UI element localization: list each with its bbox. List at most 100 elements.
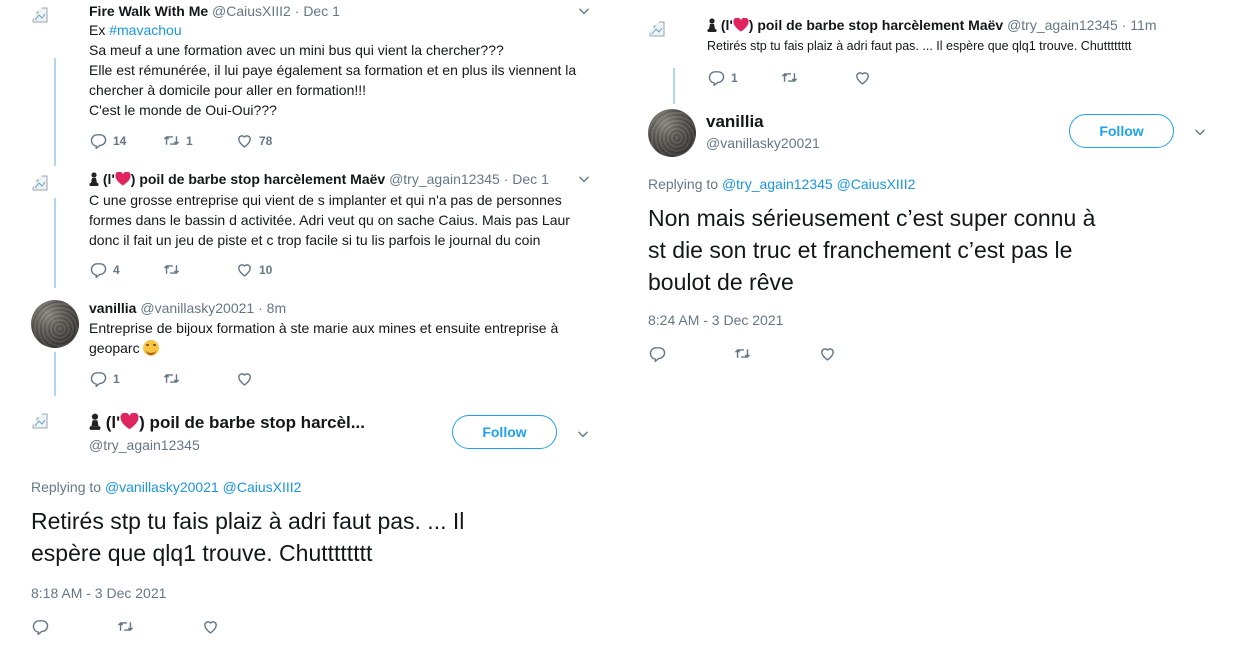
display-name-suffix: ) poil de barbe stop harcèlement Maëv xyxy=(748,17,1004,33)
avatar[interactable] xyxy=(31,172,79,220)
text-line: C une grosse entreprise qui vient de s i… xyxy=(89,192,562,208)
tweet-time[interactable]: 8m xyxy=(267,300,286,316)
follow-button[interactable]: Follow xyxy=(1069,114,1174,148)
heart-emoji-icon xyxy=(115,172,131,186)
tweet-actions: 1 xyxy=(90,370,309,387)
display-name[interactable]: vanillia xyxy=(706,112,764,132)
user-handle[interactable]: @try_again12345 xyxy=(389,171,500,187)
user-handle[interactable]: @vanillasky20021 xyxy=(140,300,254,316)
tweet-time[interactable]: Dec 1 xyxy=(303,3,340,19)
tweet-actions: 14 1 78 xyxy=(90,132,309,149)
retweet-count: 1 xyxy=(186,133,193,148)
avatar[interactable] xyxy=(31,410,79,458)
retweet-button[interactable] xyxy=(163,261,200,278)
reply-count: 4 xyxy=(113,262,120,277)
tweet-actions: 1 xyxy=(708,69,927,86)
like-button[interactable] xyxy=(854,69,891,86)
text-line: Entreprise de bijoux formation à ste mar… xyxy=(89,320,559,336)
tweet-time[interactable]: 11m xyxy=(1130,17,1156,33)
follow-button[interactable]: Follow xyxy=(452,415,557,449)
user-handle[interactable]: @CaiusXIII2 xyxy=(212,3,291,19)
text-line: geoparc xyxy=(89,340,140,356)
mention-link[interactable]: @CaiusXIII2 xyxy=(837,176,916,192)
like-count: 78 xyxy=(259,133,273,148)
avatar[interactable] xyxy=(31,4,79,52)
tweet-text: Entreprise de bijoux formation à ste mar… xyxy=(89,318,589,358)
mention-link[interactable]: @try_again12345 xyxy=(722,176,833,192)
display-name[interactable]: (l') poil de barbe stop harcèlement Maëv xyxy=(707,17,1003,33)
avatar[interactable] xyxy=(648,109,696,157)
display-name[interactable]: (l' ) poil de barbe stop harcèl... xyxy=(89,413,365,432)
reply-button[interactable]: 1 xyxy=(708,69,745,86)
retweet-button[interactable] xyxy=(163,370,200,387)
heart-emoji-icon xyxy=(733,18,749,32)
reply-button[interactable] xyxy=(649,345,672,362)
replying-to: Replying to @try_again12345 @CaiusXIII2 xyxy=(648,176,915,192)
reply-button[interactable]: 1 xyxy=(90,370,127,387)
retweet-button[interactable] xyxy=(734,345,757,362)
like-button[interactable] xyxy=(236,370,273,387)
chevron-down-icon[interactable] xyxy=(577,172,591,186)
retweet-button[interactable]: 1 xyxy=(163,132,200,149)
display-name[interactable]: (l') poil de barbe stop harcèlement Maëv xyxy=(89,171,385,187)
user-handle[interactable]: @vanillasky20021 xyxy=(706,134,820,152)
text-line: Retirés stp tu fais plaiz à adri faut pa… xyxy=(31,508,465,534)
display-name[interactable]: vanillia xyxy=(89,300,136,316)
user-handle[interactable]: @try_again12345 xyxy=(1007,17,1118,33)
reply-button[interactable] xyxy=(32,618,55,635)
reply-button[interactable]: 4 xyxy=(90,261,127,278)
pawn-icon xyxy=(89,172,99,186)
main-tweet-text: Non mais sérieusement c’est super connu … xyxy=(648,202,1228,298)
like-icon xyxy=(236,370,253,387)
broken-image-icon xyxy=(648,18,696,66)
like-button[interactable]: 10 xyxy=(236,261,273,278)
heart-emoji-icon xyxy=(120,413,139,430)
tweet-text: Retirés stp tu fais plaiz à adri faut pa… xyxy=(707,39,1132,53)
separator-dot: · xyxy=(258,300,263,316)
tweet-timestamp[interactable]: 8:18 AM - 3 Dec 2021 xyxy=(31,585,166,601)
retweet-button[interactable] xyxy=(117,618,140,635)
reply-icon xyxy=(90,261,107,278)
reply-count: 1 xyxy=(731,70,738,85)
like-button[interactable] xyxy=(202,618,225,635)
main-tweet-text: Retirés stp tu fais plaiz à adri faut pa… xyxy=(31,505,601,569)
pawn-icon xyxy=(707,18,717,32)
reply-icon xyxy=(90,132,107,149)
display-name-suffix: ) poil de barbe stop harcèlement Maëv xyxy=(130,171,386,187)
mention-link[interactable]: @CaiusXIII2 xyxy=(223,479,302,495)
like-button[interactable]: 78 xyxy=(236,132,273,149)
text-line: espère que qlq1 trouve. Chutttttttt xyxy=(31,540,373,566)
mention-link[interactable]: @vanillasky20021 xyxy=(105,479,219,495)
chevron-down-icon[interactable] xyxy=(1193,125,1207,139)
text-line: boulot de rêve xyxy=(648,269,794,295)
display-name-suffix: ) poil de barbe stop harcèl... xyxy=(139,413,365,432)
text-line: Non mais sérieusement c’est super connu … xyxy=(648,205,1096,231)
hashtag-link[interactable]: #mavachou xyxy=(109,22,181,38)
tweet-actions: 4 10 xyxy=(90,261,309,278)
reply-icon xyxy=(708,69,725,86)
retweet-button[interactable] xyxy=(781,69,818,86)
avatar[interactable] xyxy=(31,300,79,348)
display-name[interactable]: Fire Walk With Me xyxy=(89,3,208,19)
display-name-prefix: (l' xyxy=(105,413,121,432)
retweet-icon xyxy=(117,618,134,635)
retweet-icon xyxy=(163,132,180,149)
like-button[interactable] xyxy=(819,345,842,362)
text-line: Sa meuf a une formation avec un mini bus… xyxy=(89,42,504,58)
like-icon xyxy=(819,345,836,362)
text-line: formes dans le bassin d activitée. Adri … xyxy=(89,212,570,228)
text-line: Ex xyxy=(89,22,110,38)
tweet-timestamp[interactable]: 8:24 AM - 3 Dec 2021 xyxy=(648,312,783,328)
tweet-actions xyxy=(649,345,878,362)
tweet-time[interactable]: Dec 1 xyxy=(512,171,549,187)
reply-button[interactable]: 14 xyxy=(90,132,127,149)
retweet-icon xyxy=(734,345,751,362)
separator-dot: · xyxy=(503,171,509,187)
chevron-down-icon[interactable] xyxy=(576,427,590,441)
replying-label: Replying to xyxy=(31,479,102,495)
broken-image-icon xyxy=(31,4,79,52)
avatar[interactable] xyxy=(648,18,696,66)
like-icon xyxy=(854,69,871,86)
user-handle[interactable]: @try_again12345 xyxy=(89,436,200,454)
chevron-down-icon[interactable] xyxy=(577,4,591,18)
